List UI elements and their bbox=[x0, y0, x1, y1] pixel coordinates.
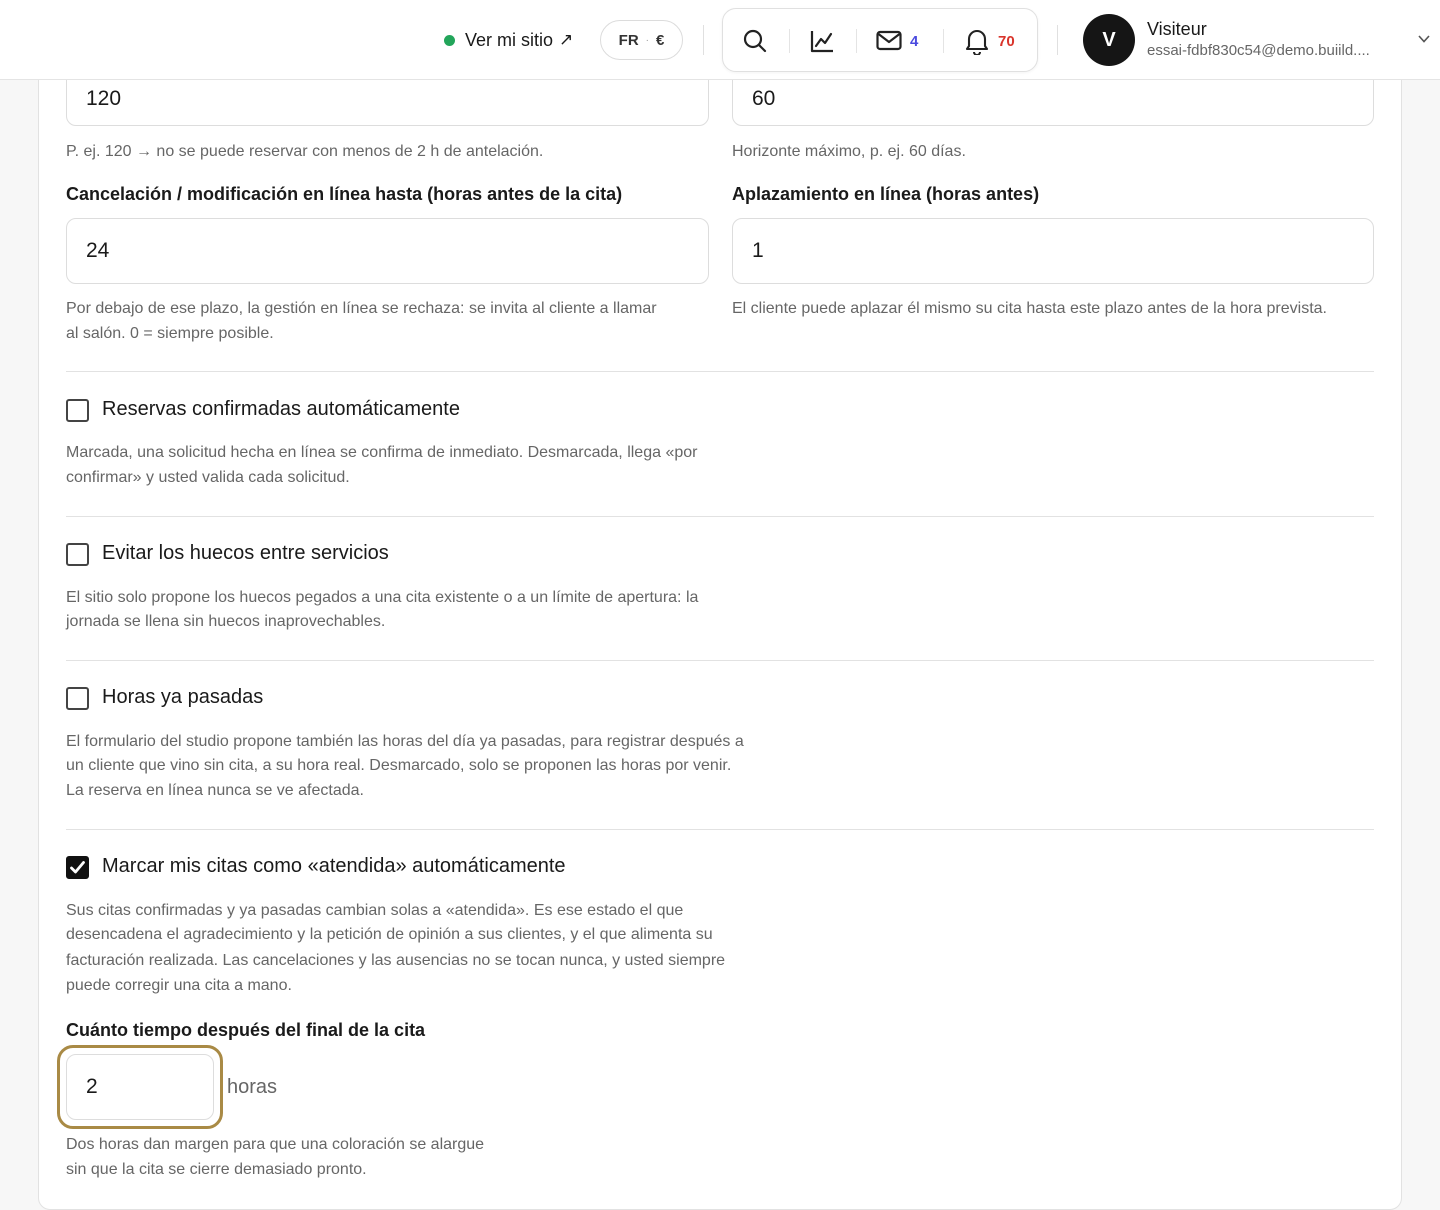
chart-line-icon bbox=[810, 31, 833, 53]
avatar[interactable]: V bbox=[1083, 14, 1135, 66]
group-separator bbox=[943, 29, 944, 53]
mail-icon bbox=[876, 30, 902, 51]
postpone-deadline-label: Aplazamiento en línea (horas antes) bbox=[732, 184, 1040, 204]
header-divider bbox=[703, 25, 704, 55]
currency-symbol: € bbox=[656, 31, 665, 49]
notifications-count-badge: 70 bbox=[998, 32, 1015, 50]
attended-delay-label: Cuánto tiempo después del final de la ci… bbox=[66, 1020, 426, 1040]
past-hours-help-line-3: La reserva en línea nunca se ve afectada… bbox=[66, 782, 364, 799]
locale-currency-selector[interactable]: FR · € bbox=[600, 20, 683, 60]
checkmark-icon bbox=[70, 861, 85, 874]
locale-code: FR bbox=[618, 31, 639, 49]
search-icon bbox=[743, 29, 767, 53]
cancel-deadline-label: Cancelación / modificación en línea hast… bbox=[66, 184, 623, 204]
header-action-group: 4 70 bbox=[722, 8, 1038, 72]
avoid-gaps-checkbox[interactable] bbox=[66, 543, 89, 566]
attended-delay-help-line-2: sin que la cita se cierre demasiado pron… bbox=[66, 1161, 367, 1178]
auto-attended-help-line-2: desencadena el agradecimiento y la petic… bbox=[66, 926, 713, 943]
auto-confirm-label[interactable]: Reservas confirmadas automáticamente bbox=[102, 398, 460, 421]
auto-confirm-help-line-2: confirmar» y usted valida cada solicitud… bbox=[66, 469, 350, 486]
booking-horizon-help: Horizonte máximo, p. ej. 60 días. bbox=[732, 143, 966, 160]
attended-delay-unit: horas bbox=[227, 1076, 278, 1098]
notifications-button[interactable]: 70 bbox=[964, 9, 1015, 73]
avoid-gaps-help-line-2: jornada se llena sin huecos inaprovechab… bbox=[66, 613, 386, 630]
past-hours-checkbox[interactable] bbox=[66, 687, 89, 710]
messages-button[interactable]: 4 bbox=[876, 9, 918, 73]
attended-delay-help-line-1: Dos horas dan margen para que una colora… bbox=[66, 1136, 485, 1153]
past-hours-help-line-2: un cliente que vino sin cita, a su hora … bbox=[66, 757, 732, 774]
past-hours-help-line-1: El formulario del studio propone también… bbox=[66, 733, 744, 750]
auto-attended-checkbox[interactable] bbox=[66, 856, 89, 879]
auto-attended-help-line-4: puede corregir una cita a mano. bbox=[66, 977, 292, 994]
postpone-deadline-help: El cliente puede aplazar él mismo su cit… bbox=[732, 300, 1327, 317]
section-divider bbox=[66, 829, 1374, 830]
external-link-icon: ↗ bbox=[559, 30, 574, 49]
auto-attended-help-line-1: Sus citas confirmadas y ya pasadas cambi… bbox=[66, 902, 684, 919]
section-divider bbox=[66, 371, 1374, 372]
auto-attended-help-line-3: facturación realizada. Las cancelaciones… bbox=[66, 952, 726, 969]
chevron-down-icon bbox=[1418, 35, 1430, 43]
cancel-deadline-help-line-1: Por debajo de ese plazo, la gestión en l… bbox=[66, 300, 657, 317]
view-site-link[interactable]: Ver mi sitio ↗ bbox=[444, 27, 573, 53]
stats-button[interactable] bbox=[809, 9, 837, 73]
top-bar: Ver mi sitio ↗ FR · € 4 70 V Visiteur es… bbox=[0, 0, 1440, 80]
online-status-dot bbox=[444, 34, 455, 46]
attended-delay-input[interactable]: 2 bbox=[66, 1054, 214, 1120]
auto-confirm-help-line-1: Marcada, una solicitud hecha en línea se… bbox=[66, 444, 698, 461]
user-email: essai-fdbf830c54@demo.buiild.... bbox=[1147, 42, 1370, 59]
min-notice-help: P. ej. 120 → no se puede reservar con me… bbox=[66, 143, 544, 160]
group-separator bbox=[856, 29, 857, 53]
search-button[interactable] bbox=[742, 9, 770, 73]
view-site-label: Ver mi sitio bbox=[465, 29, 554, 50]
cancel-deadline-help-line-2: al salón. 0 = siempre posible. bbox=[66, 325, 274, 342]
messages-count-badge: 4 bbox=[910, 32, 919, 50]
user-name: Visiteur bbox=[1147, 19, 1207, 39]
past-hours-label[interactable]: Horas ya pasadas bbox=[102, 686, 263, 709]
section-divider bbox=[66, 516, 1374, 517]
section-divider bbox=[66, 660, 1374, 661]
user-menu-toggle[interactable] bbox=[1417, 32, 1431, 51]
locale-separator: · bbox=[645, 34, 649, 46]
avoid-gaps-label[interactable]: Evitar los huecos entre servicios bbox=[102, 542, 389, 565]
avoid-gaps-help-line-1: El sitio solo propone los huecos pegados… bbox=[66, 589, 699, 606]
bell-icon bbox=[965, 30, 989, 55]
postpone-deadline-input[interactable]: 1 bbox=[732, 218, 1374, 284]
cancel-deadline-input[interactable]: 24 bbox=[66, 218, 709, 284]
group-separator bbox=[789, 29, 790, 53]
auto-confirm-checkbox[interactable] bbox=[66, 399, 89, 422]
header-divider bbox=[1057, 25, 1058, 55]
auto-attended-label[interactable]: Marcar mis citas como «atendida» automát… bbox=[102, 855, 566, 878]
